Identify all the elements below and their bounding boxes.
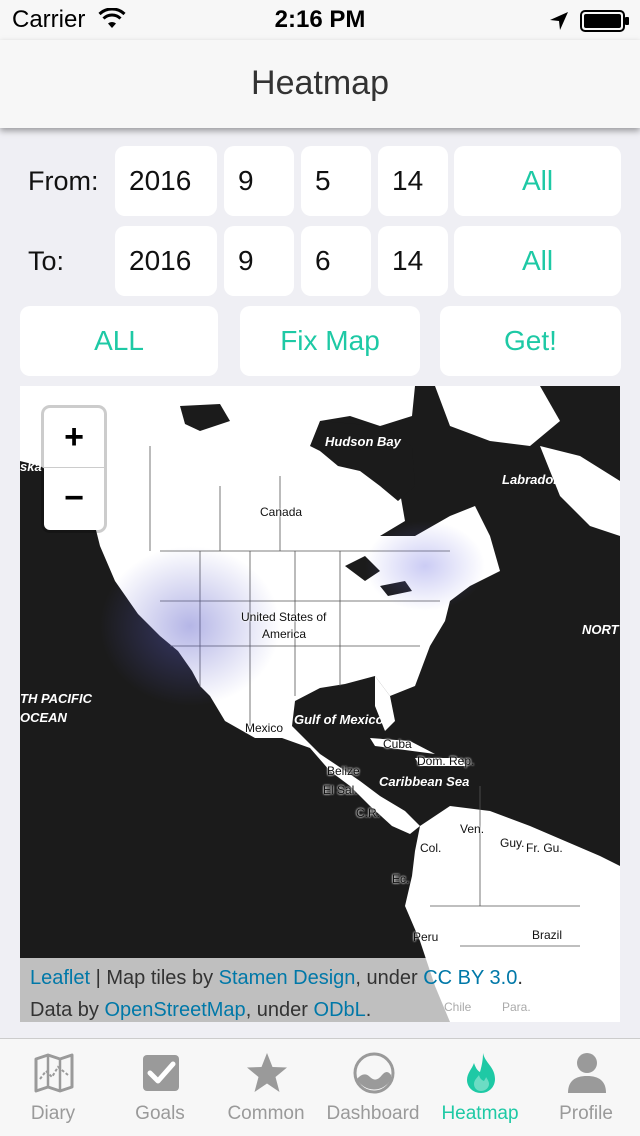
to-label: To:	[28, 246, 65, 276]
leaflet-link[interactable]: Leaflet	[30, 967, 90, 989]
map-label-el-sal: El Sal.	[323, 783, 358, 797]
from-hour-field[interactable]: 14	[378, 146, 448, 216]
zoom-out-button[interactable]: −	[44, 469, 104, 529]
attribution-text-4: Data by	[30, 999, 105, 1021]
zoom-control: + −	[44, 408, 104, 530]
attribution-text-5: , under	[245, 999, 314, 1021]
tab-common[interactable]: Common	[213, 1039, 319, 1136]
status-bar: Carrier 2:16 PM	[0, 0, 640, 40]
map-label-ec: Ec.	[392, 872, 410, 886]
map-label-labrador-sea: Labrador Sea	[502, 472, 586, 487]
map-label-chile: Chile	[444, 1000, 472, 1014]
tab-profile-label: Profile	[559, 1103, 613, 1124]
map-label-gulf-of-mexico: Gulf of Mexico	[294, 712, 384, 727]
checkbox-icon	[143, 1055, 179, 1091]
map-label-usa-line1: United States of	[241, 610, 327, 624]
from-month-field[interactable]: 9	[224, 146, 294, 216]
attribution-text-6: .	[365, 999, 372, 1021]
from-label: From:	[28, 166, 99, 196]
gauge-icon	[353, 1052, 395, 1094]
to-year-field[interactable]: 2016	[115, 226, 217, 296]
from-all-button[interactable]: All	[454, 146, 621, 216]
heatmap-map[interactable]: Hudson Bay Labrador Sea ska Canada Unite…	[20, 386, 620, 1022]
tab-goals[interactable]: Goals	[107, 1039, 213, 1136]
page-title: Heatmap	[251, 64, 389, 102]
from-year-field[interactable]: 2016	[115, 146, 217, 216]
tab-dashboard[interactable]: Dashboard	[320, 1039, 426, 1136]
stamen-design-link[interactable]: Stamen Design	[219, 967, 356, 989]
star-icon	[247, 1053, 287, 1092]
cc-by-link[interactable]: CC BY 3.0	[423, 967, 517, 989]
zoom-in-button[interactable]: +	[44, 408, 104, 468]
map-label-dom-rep: Dom. Rep.	[417, 754, 475, 768]
to-all-button[interactable]: All	[454, 226, 621, 296]
tab-heatmap[interactable]: Heatmap	[427, 1039, 533, 1136]
map-label-south-pacific-2: OCEAN	[20, 710, 67, 725]
get-button[interactable]: Get!	[440, 306, 621, 376]
to-day-field[interactable]: 6	[301, 226, 371, 296]
to-hour-field[interactable]: 14	[378, 226, 448, 296]
attribution-text-2: , under	[355, 967, 424, 989]
map-label-col: Col.	[420, 841, 442, 855]
map-label-fr-gu: Fr. Gu.	[526, 841, 563, 855]
map-label-caribbean-sea: Caribbean Sea	[379, 774, 470, 789]
odbl-link[interactable]: ODbL	[314, 999, 366, 1021]
fix-map-button[interactable]: Fix Map	[240, 306, 420, 376]
tab-profile[interactable]: Profile	[533, 1039, 639, 1136]
to-month-field[interactable]: 9	[224, 226, 294, 296]
openstreetmap-link[interactable]: OpenStreetMap	[104, 999, 245, 1021]
tab-diary[interactable]: Diary	[0, 1039, 106, 1136]
attribution-text-3: .	[517, 967, 523, 989]
status-time: 2:16 PM	[274, 6, 366, 33]
map-label-cuba: Cuba	[383, 737, 412, 751]
map-label-peru: Peru	[413, 930, 439, 944]
map-label-mexico: Mexico	[245, 721, 284, 735]
attribution-text-1: | Map tiles by	[90, 967, 219, 989]
map-fold-icon	[34, 1053, 74, 1093]
map-label-para: Para.	[502, 1000, 531, 1014]
battery-icon	[580, 10, 629, 32]
map-label-south-pacific-1: TH PACIFIC	[20, 691, 92, 706]
map-label-alaska: ska	[20, 459, 42, 474]
from-day-field[interactable]: 5	[301, 146, 371, 216]
flame-icon	[467, 1053, 495, 1093]
tab-bar: Diary Goals Common Dashboard Heatmap Pro…	[0, 1038, 640, 1136]
map-label-belize: Belize	[327, 764, 360, 778]
map-label-ven: Ven.	[460, 822, 485, 836]
all-button[interactable]: ALL	[20, 306, 218, 376]
map-label-brazil: Brazil	[532, 928, 563, 942]
navigation-bar: Heatmap	[0, 40, 640, 128]
map-label-guy: Guy.	[500, 836, 525, 850]
map-label-usa-line2: America	[262, 627, 307, 641]
map-label-north: NORT	[582, 622, 619, 637]
map-label-hudson-bay: Hudson Bay	[325, 434, 401, 449]
map-label-cr: C.R.	[356, 806, 380, 820]
map-label-canada: Canada	[260, 505, 303, 519]
person-icon	[568, 1053, 606, 1093]
location-arrow-icon	[550, 12, 568, 30]
